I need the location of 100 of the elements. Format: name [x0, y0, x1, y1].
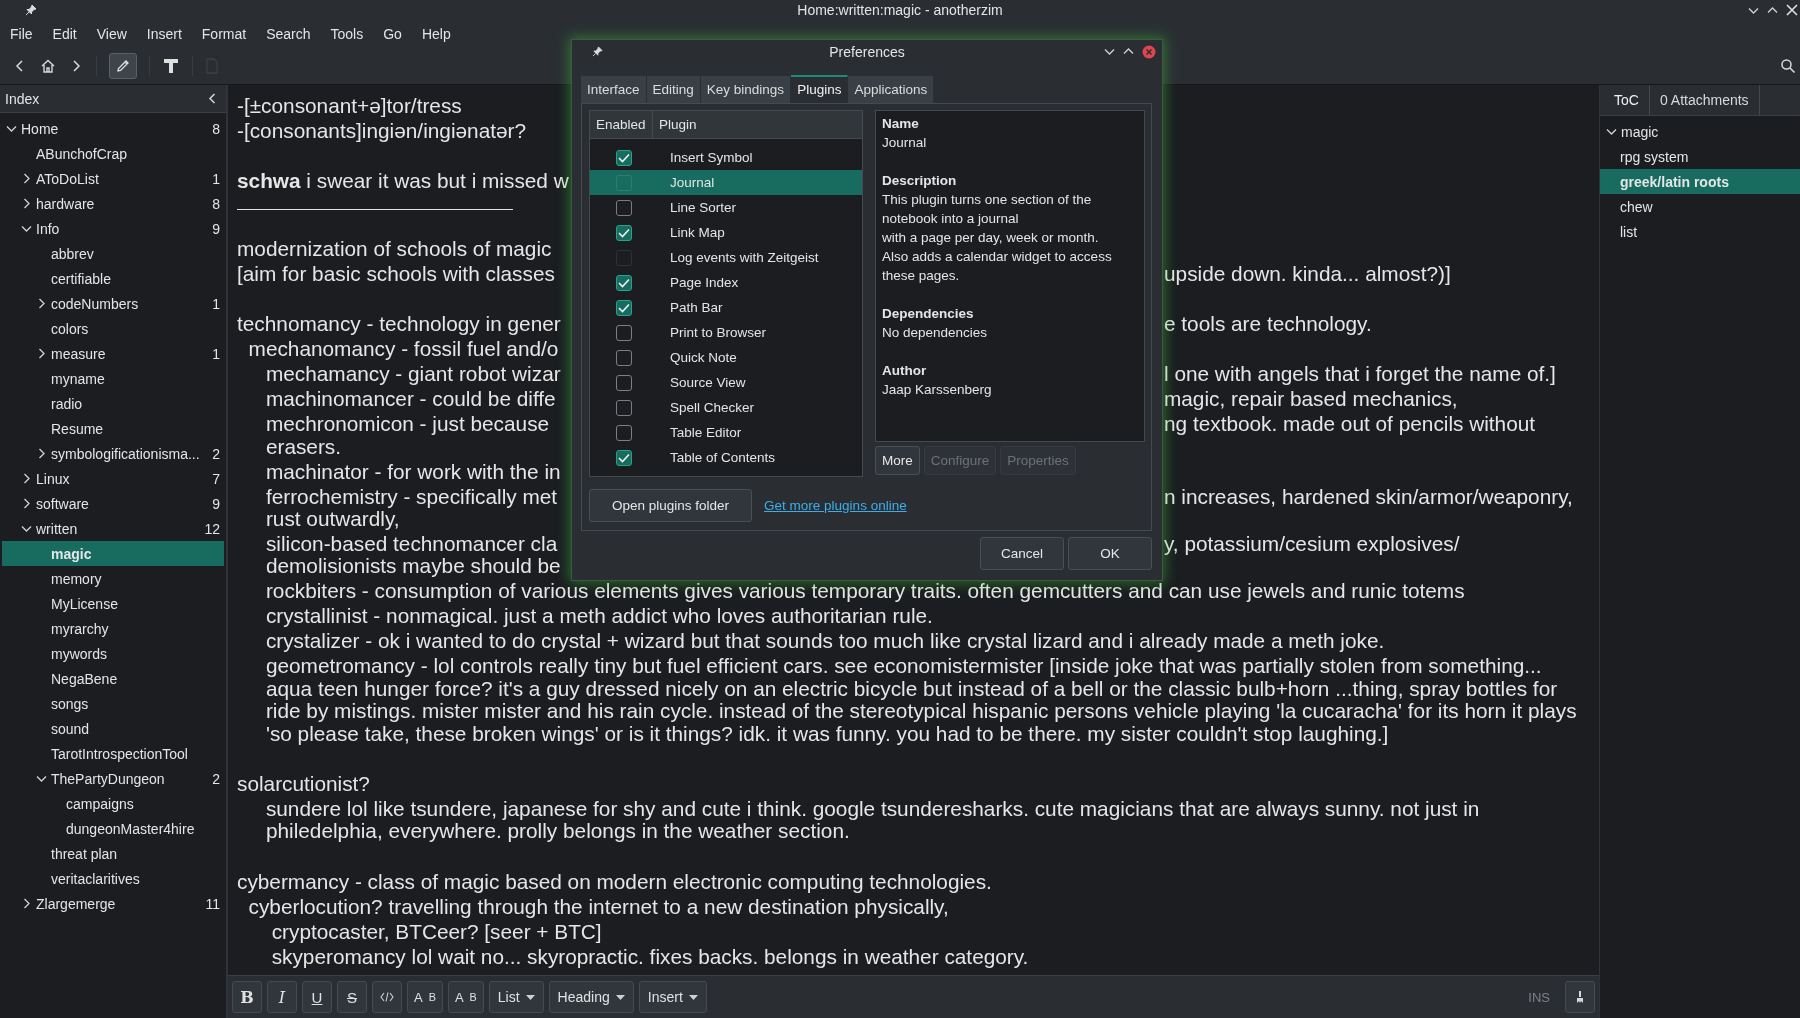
tab[interactable]: Applications: [848, 76, 935, 103]
tree-item[interactable]: TarotIntrospectionTool: [2, 741, 224, 766]
tree-item[interactable]: symbologificationisma... 2: [2, 441, 224, 466]
plugin-row[interactable]: Table of Contents: [590, 445, 862, 470]
tree-item[interactable]: dungeonMaster4hire: [2, 816, 224, 841]
tree-item[interactable]: campaigns: [2, 791, 224, 816]
checkbox[interactable]: [616, 199, 632, 216]
checkbox[interactable]: [616, 324, 632, 341]
plugin-row[interactable]: Journal: [590, 170, 862, 195]
menu-item[interactable]: Search: [256, 26, 321, 42]
menu-item[interactable]: Format: [191, 26, 257, 42]
format-button[interactable]: U: [302, 981, 332, 1013]
column-header[interactable]: Enabled: [590, 111, 653, 138]
dialog-button[interactable]: OK: [1068, 537, 1152, 570]
tab[interactable]: Editing: [646, 76, 701, 103]
menu-item[interactable]: View: [86, 26, 137, 42]
tree-item[interactable]: certifiable: [2, 266, 224, 291]
tree-item[interactable]: abbrev: [2, 241, 224, 266]
dropdown-button[interactable]: List: [488, 981, 544, 1013]
plugin-row[interactable]: Insert Symbol: [590, 145, 862, 170]
format-button[interactable]: I: [267, 981, 297, 1013]
search-icon[interactable]: [1780, 58, 1796, 74]
checkbox[interactable]: [616, 149, 632, 166]
plugin-row[interactable]: Quick Note: [590, 345, 862, 370]
format-button[interactable]: B: [232, 981, 262, 1013]
maximize-button[interactable]: [1767, 4, 1778, 16]
code-button[interactable]: [372, 981, 402, 1013]
tree-item[interactable]: veritaclaritives: [2, 866, 224, 891]
plugin-action-button[interactable]: More: [875, 446, 920, 475]
menu-item[interactable]: File: [0, 26, 43, 42]
tree-item[interactable]: codeNumbers 1: [2, 291, 224, 316]
tree-item[interactable]: memory: [2, 566, 224, 591]
dropdown-button[interactable]: Insert: [638, 981, 707, 1013]
tree-item[interactable]: mywords: [2, 641, 224, 666]
tree-item[interactable]: hardware 8: [2, 191, 224, 216]
checkbox[interactable]: [616, 424, 632, 441]
tree-item[interactable]: Home 8: [2, 116, 224, 141]
panel-tab[interactable]: 0 Attachments: [1649, 85, 1760, 115]
checkbox[interactable]: [616, 374, 632, 391]
plugin-row[interactable]: Print to Browser: [590, 320, 862, 345]
tree-item[interactable]: colors: [2, 316, 224, 341]
checkbox[interactable]: [616, 299, 632, 316]
plugin-row[interactable]: Spell Checker: [590, 395, 862, 420]
tree-item[interactable]: ThePartyDungeon 2: [2, 766, 224, 791]
tree-item[interactable]: Zlargemerge 11: [2, 891, 224, 916]
plugin-row[interactable]: Source View: [590, 370, 862, 395]
maximize-button[interactable]: [1123, 46, 1134, 57]
checkbox[interactable]: [616, 399, 632, 416]
tree-item[interactable]: Resume: [2, 416, 224, 441]
edit-toggle-button[interactable]: [109, 53, 137, 79]
panel-tab[interactable]: ToC: [1604, 85, 1650, 115]
menu-item[interactable]: Tools: [320, 26, 374, 42]
menu-item[interactable]: Edit: [42, 26, 87, 42]
toc-item[interactable]: list: [1600, 219, 1800, 244]
checkbox[interactable]: [616, 224, 632, 241]
checkbox[interactable]: [616, 349, 632, 366]
toc-item[interactable]: magic: [1600, 119, 1800, 144]
plugin-row[interactable]: Line Sorter: [590, 195, 862, 220]
tree-item[interactable]: software 9: [2, 491, 224, 516]
tree-item[interactable]: myname: [2, 366, 224, 391]
tree-item[interactable]: magic: [2, 541, 224, 566]
plugin-row[interactable]: Table Editor: [590, 420, 862, 445]
open-folder-button[interactable]: Open plugins folder: [589, 489, 753, 522]
tree-item[interactable]: threat plan: [2, 841, 224, 866]
menu-item[interactable]: Insert: [136, 26, 192, 42]
plugin-row[interactable]: Path Bar: [590, 295, 862, 320]
menu-item[interactable]: Help: [411, 26, 461, 42]
plugins-link[interactable]: Get more plugins online: [764, 498, 907, 513]
pin-icon[interactable]: [592, 46, 603, 57]
tree-item[interactable]: NegaBene: [2, 666, 224, 691]
tab[interactable]: Key bindings: [700, 76, 792, 103]
brush-button[interactable]: [1565, 981, 1595, 1013]
menu-item[interactable]: Go: [373, 26, 412, 42]
minimize-button[interactable]: [1104, 46, 1115, 57]
tab[interactable]: Interface: [581, 76, 647, 103]
dialog-button[interactable]: Cancel: [980, 537, 1064, 570]
format-button[interactable]: S: [337, 981, 367, 1013]
checkbox[interactable]: [616, 274, 632, 291]
plugin-row[interactable]: Link Map: [590, 220, 862, 245]
toc-item[interactable]: rpg system: [1600, 144, 1800, 169]
tree-item[interactable]: Info 9: [2, 216, 224, 241]
tree-item[interactable]: songs: [2, 691, 224, 716]
tree-item[interactable]: radio: [2, 391, 224, 416]
column-header[interactable]: Plugin: [653, 117, 697, 132]
tree-item[interactable]: sound: [2, 716, 224, 741]
tree-item[interactable]: measure 1: [2, 341, 224, 366]
tree-item[interactable]: written 12: [2, 516, 224, 541]
tree-item[interactable]: MyLicense: [2, 591, 224, 616]
home-icon[interactable]: [40, 58, 56, 74]
dropdown-button[interactable]: Heading: [548, 981, 634, 1013]
tree-item[interactable]: myrarchy: [2, 616, 224, 641]
pin-icon[interactable]: [25, 4, 37, 16]
close-icon[interactable]: [1786, 4, 1798, 16]
toc-item[interactable]: chew: [1600, 194, 1800, 219]
plugin-row[interactable]: Page Index: [590, 270, 862, 295]
tree-item[interactable]: Linux 7: [2, 466, 224, 491]
collapse-button[interactable]: [207, 93, 218, 104]
tree-item[interactable]: AToDoList 1: [2, 166, 224, 191]
checkbox[interactable]: [616, 449, 632, 466]
toc-item[interactable]: greek/latin roots: [1600, 169, 1800, 194]
